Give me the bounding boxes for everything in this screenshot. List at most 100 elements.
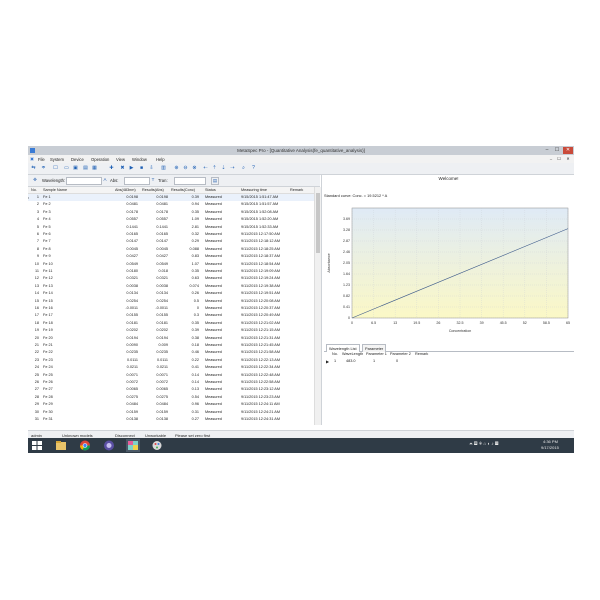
menu-view[interactable]: View — [116, 157, 125, 162]
x-tick-label: 45.5 — [500, 321, 507, 325]
menu-operation[interactable]: Operation — [91, 157, 109, 162]
mdi-close-button[interactable]: ✕ — [565, 156, 571, 162]
play-icon[interactable]: ▶ — [128, 165, 135, 172]
table-row[interactable]: 23 Fe 23 0.0111 0.0111 0.22 Measured 9/11/2015… — [28, 357, 320, 364]
delete-icon[interactable]: ✖ — [119, 165, 126, 172]
mdi-minimize-button[interactable]: – — [548, 156, 554, 162]
wl-row-wavelength[interactable]: 483.0 — [346, 359, 356, 363]
new-file-icon[interactable]: ☐ — [52, 165, 59, 172]
table-row[interactable]: 12 Fe 12 0.0321 0.0321 0.63 Measured 9/11/2015… — [28, 275, 320, 282]
menu-help[interactable]: Help — [156, 157, 165, 162]
save-icon[interactable]: ▣ — [72, 165, 79, 172]
table-row[interactable]: 11 Fe 11 0.0180 0.018 0.35 Measured 9/11/2015 … — [28, 268, 320, 275]
wl-row-param2[interactable]: 0 — [396, 359, 398, 363]
start-icon[interactable] — [30, 439, 44, 452]
spectrum-app-icon[interactable] — [126, 439, 140, 452]
table-row[interactable]: 31 Fe 31 0.0138 0.0138 0.27 Measured 9/11/2015… — [28, 416, 320, 423]
table-row[interactable]: 9 Fe 9 0.0427 0.0427 0.83 Measured 9/11/2015 1… — [28, 253, 320, 260]
title-bar[interactable]: MetaSpec Pro - [Quantitative Analysis(fe… — [28, 146, 574, 155]
table-row[interactable]: 28 Fe 28 0.0275 0.0275 0.54 Measured 9/11/2015… — [28, 394, 320, 401]
col-abs[interactable]: Abs(483nm) — [115, 188, 136, 192]
table-cell: 0.0071 — [156, 372, 168, 377]
chrome-icon[interactable] — [78, 439, 92, 452]
tab-wavelength-list[interactable]: Wavelength List — [326, 344, 360, 352]
scrollbar-thumb[interactable] — [316, 193, 320, 253]
table-row[interactable]: ▶ 1 Fe 1 0.0198 0.0198 0.39 Measured 9/15/2015 … — [28, 194, 320, 201]
table-cell: 0.46 — [191, 350, 199, 355]
col-no[interactable]: No. — [31, 188, 37, 192]
system-tray-icons[interactable]: ⏶ ▤ ◈ ⌂ ◐ ♪ ▦ — [469, 441, 499, 446]
table-cell: 9/11/2015 12:19:24 AM — [241, 276, 280, 281]
menu-device[interactable]: Device — [71, 157, 84, 162]
table-scrollbar[interactable] — [314, 187, 321, 425]
table-row[interactable]: 8 Fe 8 0.0045 0.0045 0.088 Measured 9/11/2015 … — [28, 246, 320, 253]
table-row[interactable]: 15 Fe 15 0.0254 0.0254 0.5 Measured 9/11/2015 … — [28, 298, 320, 305]
table-row[interactable]: 20 Fe 20 0.0194 0.0194 0.38 Measured 9/11/2015… — [28, 335, 320, 342]
table-row[interactable]: 13 Fe 13 0.0038 0.0038 0.074 Measured 9/11/201… — [28, 283, 320, 290]
table-row[interactable]: 19 Fe 19 0.0202 0.0202 0.39 Measured 9/11/2015… — [28, 327, 320, 334]
mdi-restore-button[interactable]: ☐ — [556, 156, 562, 162]
tab-parameter[interactable]: Parameter — [362, 344, 387, 352]
arrow-right-icon[interactable]: ⇢ — [229, 165, 236, 172]
arrow-up-icon[interactable]: ⇡ — [211, 165, 218, 172]
metaspec-app-icon[interactable] — [102, 439, 116, 452]
col-measuring-time[interactable]: Measuring time — [241, 188, 267, 192]
maximize-button[interactable]: ☐ — [552, 147, 562, 154]
table-row[interactable]: 26 Fe 26 0.0072 0.0072 0.14 Measured 9/11/2015… — [28, 379, 320, 386]
table-row[interactable]: 6 Fe 6 0.0165 0.0165 0.32 Measured 9/11/2015 1… — [28, 231, 320, 238]
zoom-in-icon[interactable]: ⊕ — [173, 165, 180, 172]
clock-date[interactable]: 9/17/2015 — [541, 445, 559, 450]
table-row[interactable]: 14 Fe 14 0.0134 0.0134 0.26 Measured 9/11/2015… — [28, 290, 320, 297]
table-row[interactable]: 21 Fe 21 0.0090 0.009 0.18 Measured 9/11/2015 … — [28, 342, 320, 349]
search-icon[interactable]: ⌕ — [240, 165, 247, 172]
table-row[interactable]: 30 Fe 30 0.0159 0.0159 0.31 Measured 9/11/2015… — [28, 409, 320, 416]
wl-row-no[interactable]: 1 — [334, 359, 336, 363]
scan-icon[interactable]: ≑ — [40, 165, 47, 172]
print-icon[interactable]: ▤ — [82, 165, 89, 172]
col-results-abs[interactable]: Results(Abs) — [142, 188, 164, 192]
arrow-left-icon[interactable]: ⇠ — [202, 165, 209, 172]
table-row[interactable]: 17 Fe 17 0.0155 0.0155 0.3 Measured 9/11/2015 … — [28, 312, 320, 319]
add-icon[interactable]: ✚ — [108, 165, 115, 172]
table-row[interactable]: 27 Fe 27 0.0065 0.0065 0.13 Measured 9/11/2015… — [28, 386, 320, 393]
close-button[interactable]: ✕ — [563, 147, 573, 154]
col-sample-name[interactable]: Sample Name — [43, 188, 67, 192]
table-row[interactable]: 10 Fe 10 0.0549 0.0549 1.07 Measured 9/11/2015… — [28, 261, 320, 268]
table-row[interactable]: 18 Fe 18 0.0181 0.0181 0.35 Measured 9/11/2015… — [28, 320, 320, 327]
help-icon[interactable]: ? — [250, 165, 257, 172]
paint-app-icon[interactable] — [150, 439, 164, 452]
minimize-button[interactable]: – — [542, 147, 552, 154]
settings-icon[interactable]: ▥ — [160, 165, 167, 172]
col-results-conc[interactable]: Results(Conc) — [171, 188, 195, 192]
arrow-down-icon[interactable]: ⇣ — [220, 165, 227, 172]
table-cell: Fe 27 — [43, 387, 53, 392]
col-status[interactable]: Status — [205, 188, 216, 192]
table-row[interactable]: 16 Fe 16 -0.0011 -0.0011 0 Measured 9/11/2015 … — [28, 305, 320, 312]
table-row[interactable]: 2 Fe 2 0.0481 0.0481 0.94 Measured 9/15/2015 1… — [28, 201, 320, 208]
file-explorer-icon[interactable] — [54, 439, 68, 452]
open-folder-icon[interactable]: ▭ — [63, 165, 70, 172]
wl-row-param1[interactable]: 1 — [373, 359, 375, 363]
display-icon[interactable]: ▤ — [211, 177, 219, 185]
clock-time[interactable]: 4:36 PM — [543, 439, 558, 444]
table-row[interactable]: 5 Fe 5 0.1441 0.1441 2.81 Measured 9/15/2015 1… — [28, 224, 320, 231]
menu-system[interactable]: System — [50, 157, 64, 162]
grid-icon[interactable]: ▦ — [91, 165, 98, 172]
col-remark[interactable]: Remark — [290, 188, 303, 192]
zoom-fit-icon[interactable]: ⊗ — [191, 165, 198, 172]
table-cell: 0.0557 — [126, 217, 138, 222]
export-icon[interactable]: ⇩ — [148, 165, 155, 172]
table-row[interactable]: 4 Fe 4 0.0557 0.0557 1.09 Measured 9/15/2015 1… — [28, 216, 320, 223]
table-row[interactable]: 25 Fe 25 0.0071 0.0071 0.14 Measured 9/11/2015… — [28, 372, 320, 379]
table-row[interactable]: 24 Fe 24 0.0211 0.0211 0.41 Measured 9/11/2015… — [28, 364, 320, 371]
table-cell: 9/15/2015 1:51:57 AM — [241, 202, 279, 207]
table-row[interactable]: 22 Fe 22 0.0235 0.0235 0.46 Measured 9/11/2015… — [28, 349, 320, 356]
connect-icon[interactable]: ⇆ — [30, 165, 37, 172]
menu-window[interactable]: Window — [132, 157, 147, 162]
table-row[interactable]: 3 Fe 3 0.0178 0.0178 0.35 Measured 9/15/2015 1… — [28, 209, 320, 216]
zoom-out-icon[interactable]: ⊖ — [182, 165, 189, 172]
stop-icon[interactable]: ■ — [138, 165, 145, 172]
menu-file[interactable]: File — [38, 157, 45, 162]
table-row[interactable]: 29 Fe 29 0.0484 0.0484 0.96 Measured 9/11/2015… — [28, 401, 320, 408]
table-row[interactable]: 7 Fe 7 0.0147 0.0147 0.29 Measured 9/11/2015 1… — [28, 238, 320, 245]
